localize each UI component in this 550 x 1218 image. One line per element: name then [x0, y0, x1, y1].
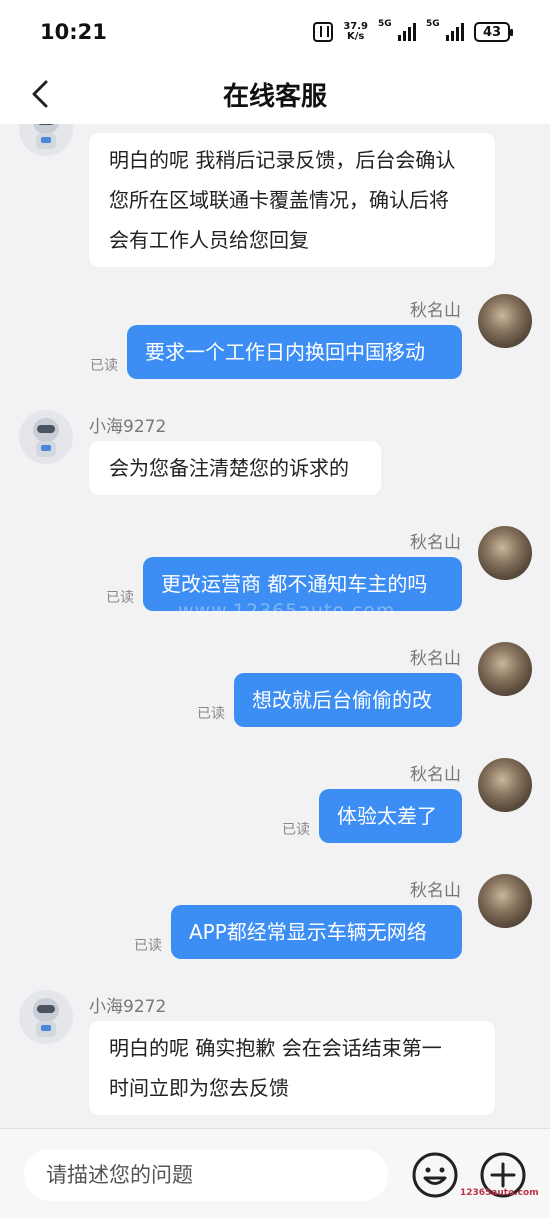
battery-icon: 43 [474, 22, 513, 42]
robot-icon [33, 998, 59, 1037]
avatar[interactable] [478, 526, 532, 580]
sender-name: 秋名山 [410, 765, 461, 785]
avatar[interactable] [19, 990, 73, 1044]
input-bar [0, 1128, 550, 1218]
read-status: 已读 [197, 706, 225, 722]
message-bubble[interactable]: 想改就后台偷偷的改 [234, 673, 462, 727]
read-status: 已读 [90, 358, 118, 374]
smile-icon[interactable] [411, 1151, 459, 1199]
status-time: 10:21 [40, 20, 107, 44]
sender-name: 小海9272 [89, 997, 167, 1017]
avatar[interactable] [19, 410, 73, 464]
message-bubble[interactable]: 体验太差了 [319, 789, 462, 843]
sender-name: 小海9272 [89, 417, 167, 437]
header: 在线客服 [0, 64, 550, 124]
robot-icon [33, 124, 59, 149]
message-line: 想改就后台偷偷的改 [252, 688, 432, 712]
avatar[interactable] [19, 124, 73, 156]
message-line: 您所在区域联通卡覆盖情况，确认后将 [109, 188, 449, 212]
chat-list[interactable]: 明白的呢 我稍后记录反馈，后台会确认 您所在区域联通卡覆盖情况，确认后将 会有工… [0, 124, 550, 1128]
message-line: 明白的呢 确实抱歉 会在会话结束第一 [109, 1036, 442, 1060]
network-speed: 37.9 K/s [343, 22, 368, 42]
site-logo: 12365auto.com [460, 1188, 539, 1198]
signal-icon: 5G [426, 19, 464, 41]
page-title: 在线客服 [222, 81, 327, 112]
network-speed-unit: K/s [346, 31, 365, 42]
message-line: 会为您备注清楚您的诉求的 [109, 456, 349, 480]
message-line: 体验太差了 [337, 804, 437, 828]
avatar[interactable] [478, 294, 532, 348]
avatar[interactable] [478, 758, 532, 812]
message-bubble[interactable]: APP都经常显示车辆无网络 [171, 905, 462, 959]
read-status: 已读 [282, 822, 310, 838]
nfc-icon [313, 22, 334, 42]
robot-icon [33, 418, 59, 457]
chevron-left-icon[interactable] [26, 78, 58, 110]
read-status: 已读 [106, 590, 134, 606]
sender-name: 秋名山 [410, 533, 461, 553]
avatar[interactable] [478, 874, 532, 928]
message-line: APP都经常显示车辆无网络 [189, 920, 427, 944]
message-input[interactable] [46, 1163, 366, 1187]
status-icons: 37.9 K/s 5G 5G 43 [313, 19, 513, 42]
message-line: 更改运营商 都不通知车主的吗 [161, 572, 428, 596]
watermark: www.12365auto.com [178, 600, 396, 622]
status-bar: 10:21 37.9 K/s 5G 5G 43 [0, 0, 550, 64]
message-line: 明白的呢 我稍后记录反馈，后台会确认 [109, 148, 456, 172]
message-bubble[interactable]: 要求一个工作日内换回中国移动 [127, 325, 462, 379]
signal-icon: 5G [378, 19, 416, 41]
battery-level: 43 [482, 24, 502, 40]
message-bubble[interactable]: 明白的呢 我稍后记录反馈，后台会确认 您所在区域联通卡覆盖情况，确认后将 会有工… [89, 133, 495, 267]
message-bubble[interactable]: 会为您备注清楚您的诉求的 [89, 441, 381, 495]
message-bubble[interactable]: 明白的呢 确实抱歉 会在会话结束第一 时间立即为您去反馈 [89, 1021, 495, 1115]
sender-name: 秋名山 [410, 881, 461, 901]
signal-label: 5G [426, 19, 440, 29]
message-line: 时间立即为您去反馈 [109, 1076, 289, 1100]
read-status: 已读 [134, 938, 162, 954]
sender-name: 秋名山 [410, 649, 461, 669]
signal-label: 5G [378, 19, 392, 29]
sender-name: 秋名山 [410, 301, 461, 321]
message-line: 会有工作人员给您回复 [109, 228, 309, 252]
message-line: 要求一个工作日内换回中国移动 [145, 340, 425, 364]
message-input-container[interactable] [24, 1149, 388, 1201]
avatar[interactable] [478, 642, 532, 696]
